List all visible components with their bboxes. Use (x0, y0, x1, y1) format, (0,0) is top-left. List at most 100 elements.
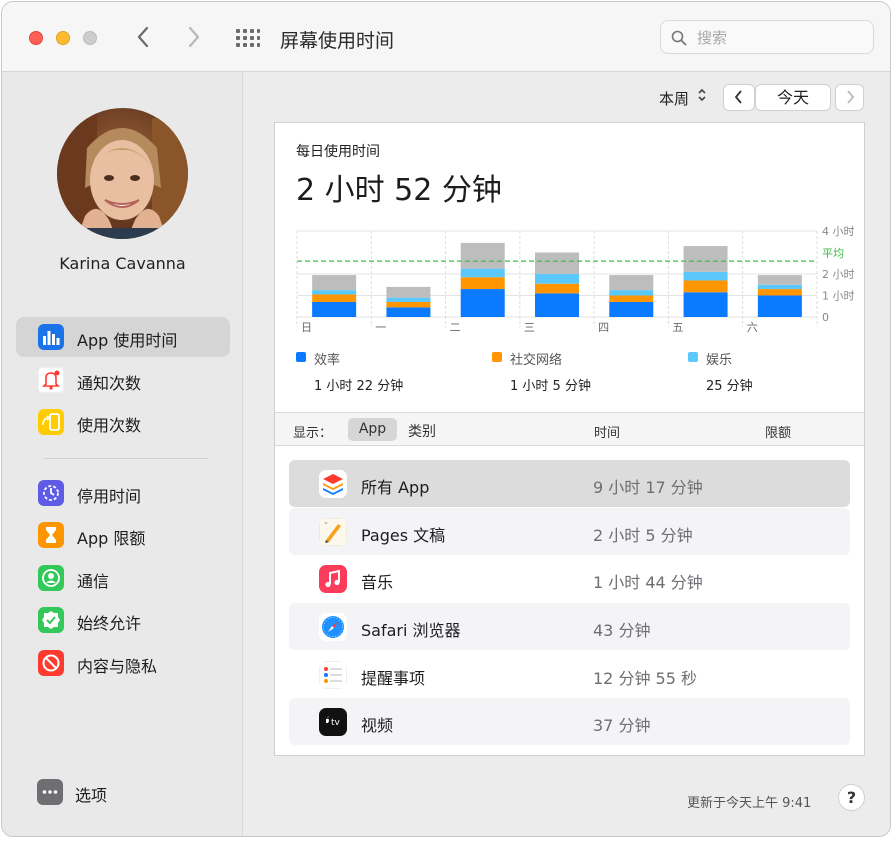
x-tick-label: 一 (375, 321, 386, 334)
legend-name: 效率 (314, 353, 341, 368)
x-tick-label: 四 (598, 321, 609, 334)
sidebar-item-app-limits[interactable]: App 限额 (16, 515, 230, 555)
time-column-header[interactable]: 时间 (594, 422, 620, 441)
productivity-swatch (296, 352, 306, 362)
bar-segment (609, 275, 654, 291)
chart-subtitle: 每日使用时间 (296, 144, 380, 160)
updown-chevron-icon[interactable] (697, 86, 707, 104)
filter-bar: 显示： App 类别 时间 限额 (275, 412, 864, 446)
usage-panel: 每日使用时间 2 小时 52 分钟 4 小时 2 小时 1 小时 0 日 一 二 三 四 五 六 平均… (274, 122, 865, 756)
sidebar-item-label: 使用次数 (77, 416, 142, 435)
bar-segment (757, 289, 802, 296)
screen-time-window: 屏幕使用时间 搜索 Karina Cavanna App 使用时间 通知次数 使… (1, 1, 891, 837)
sidebar-item-notifications[interactable]: 通知次数 (16, 360, 230, 400)
no-entry-icon (38, 650, 64, 676)
help-button[interactable]: ? (838, 784, 865, 811)
svg-text:“: “ (324, 521, 328, 530)
forward-button[interactable] (187, 26, 201, 53)
previous-period-button[interactable] (723, 84, 755, 111)
bar-segment (386, 301, 431, 308)
table-row[interactable]: Safari 浏览器 43 分钟 (289, 603, 850, 650)
sidebar-item-label: App 使用时间 (77, 331, 178, 350)
next-period-button[interactable] (835, 84, 864, 111)
bell-icon (38, 367, 64, 393)
bar-segment (460, 268, 505, 278)
search-field[interactable] (660, 20, 874, 54)
pages-icon: “ (319, 518, 347, 546)
search-icon (671, 30, 687, 46)
show-all-button[interactable] (236, 29, 260, 52)
x-tick-label: 二 (450, 321, 461, 334)
legend-value: 25 分钟 (706, 379, 753, 394)
today-button[interactable]: 今天 (755, 84, 831, 111)
table-row[interactable]: “ Pages 文稿 2 小时 5 分钟 (289, 508, 850, 555)
bar-segment (757, 284, 802, 290)
app-name: Safari 浏览器 (361, 621, 461, 640)
sidebar: Karina Cavanna App 使用时间 通知次数 使用次数 停用时间 A… (2, 72, 243, 836)
back-button[interactable] (136, 26, 150, 53)
minimize-button[interactable] (56, 31, 70, 45)
sidebar-item-label: App 限额 (77, 529, 146, 548)
app-name: Pages 文稿 (361, 526, 446, 545)
downtime-icon (38, 480, 64, 506)
sidebar-item-label: 始终允许 (77, 614, 142, 633)
table-row[interactable]: 所有 App 9 小时 17 分钟 (289, 460, 850, 507)
bar-segment (683, 292, 728, 317)
legend-name: 社交网络 (510, 353, 563, 368)
layers-icon (319, 470, 347, 498)
bar-segment (757, 295, 802, 317)
tab-category[interactable]: 类别 (408, 421, 436, 441)
app-time: 2 小时 5 分钟 (593, 526, 693, 545)
sidebar-item-always-allowed[interactable]: 始终允许 (16, 600, 230, 640)
main-content: 本周 今天 每日使用时间 2 小时 52 分钟 4 小时 2 小时 1 小时 0 日 一 二… (243, 72, 890, 836)
sidebar-item-content-privacy[interactable]: 内容与隐私 (16, 643, 230, 683)
app-time: 43 分钟 (593, 621, 651, 640)
total-time: 2 小时 52 分钟 (296, 173, 502, 208)
table-row[interactable]: 音乐 1 小时 44 分钟 (289, 555, 850, 602)
x-tick-label: 五 (672, 321, 683, 334)
avatar[interactable] (57, 108, 188, 239)
bar-segment (683, 271, 728, 281)
y-tick-label: 2 小时 (822, 268, 855, 281)
tv-icon: tv (319, 708, 347, 736)
legend-value: 1 小时 5 分钟 (510, 379, 591, 394)
sidebar-item-communication[interactable]: 通信 (16, 558, 230, 598)
close-button[interactable] (29, 31, 43, 45)
limit-column-header[interactable]: 限额 (765, 422, 791, 441)
tab-app[interactable]: App (348, 418, 397, 441)
bar-segment (312, 301, 357, 317)
show-label: 显示： (293, 426, 333, 441)
more-icon (37, 779, 63, 805)
bar-segment (312, 275, 357, 291)
options-button[interactable]: 选项 (16, 772, 230, 812)
table-row[interactable]: 提醒事项 12 分钟 55 秒 (289, 651, 850, 698)
bar-segment (535, 283, 579, 294)
bar-segment (386, 297, 431, 302)
legend-value: 1 小时 22 分钟 (314, 379, 404, 394)
title-bar: 屏幕使用时间 (2, 2, 890, 72)
app-time: 9 小时 17 分钟 (593, 478, 703, 497)
legend-name: 娱乐 (706, 353, 733, 368)
search-input[interactable] (695, 27, 869, 49)
period-select[interactable]: 本周 (659, 88, 689, 109)
sidebar-item-label: 通知次数 (77, 374, 142, 393)
zoom-button[interactable] (83, 31, 97, 45)
sidebar-item-label: 停用时间 (77, 487, 142, 506)
sidebar-item-label: 通信 (77, 572, 110, 591)
sidebar-item-pickups[interactable]: 使用次数 (16, 402, 230, 442)
sidebar-item-app-usage[interactable]: App 使用时间 (16, 317, 230, 357)
music-icon (319, 565, 347, 593)
sidebar-item-downtime[interactable]: 停用时间 (16, 473, 230, 513)
app-name: 视频 (361, 716, 394, 735)
daily-usage-chart: 4 小时 2 小时 1 小时 0 日 一 二 三 四 五 六 平均 (296, 225, 855, 334)
x-tick-label: 六 (747, 321, 758, 334)
bar-segment (609, 290, 654, 296)
average-label: 平均 (822, 247, 844, 260)
bar-segment (312, 294, 357, 302)
table-row[interactable]: tv 视频 37 分钟 (289, 698, 850, 745)
app-time: 1 小时 44 分钟 (593, 573, 703, 592)
reminders-icon (319, 661, 347, 689)
chevron-right-icon (846, 90, 854, 104)
x-tick-label: 三 (524, 321, 535, 334)
entertainment-swatch (688, 352, 698, 362)
